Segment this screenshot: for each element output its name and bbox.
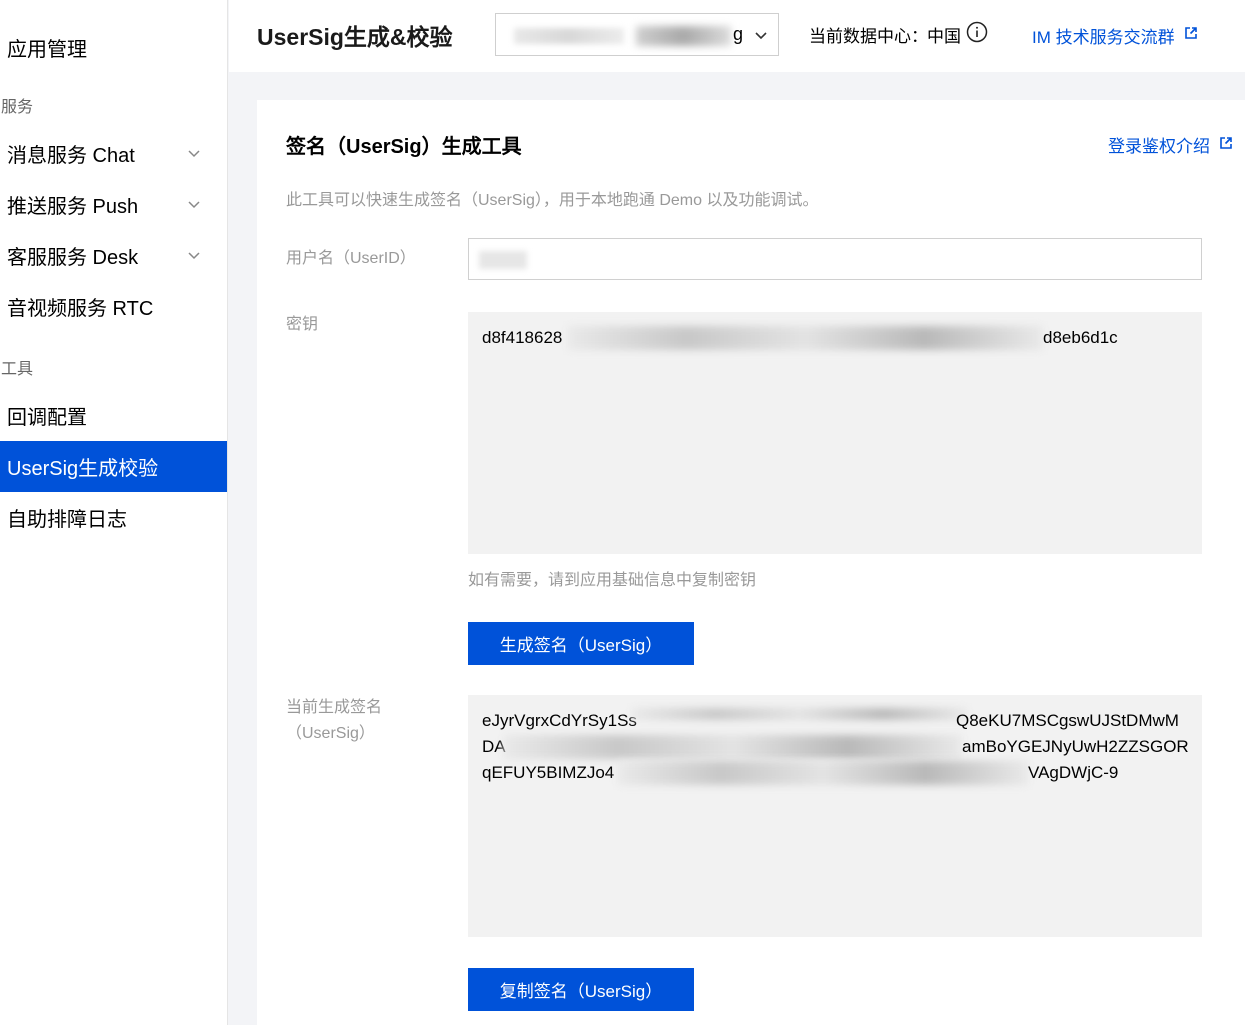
chevron-down-icon bbox=[755, 32, 767, 40]
card-description: 此工具可以快速生成签名（UserSig），用于本地跑通 Demo 以及功能调试。 bbox=[286, 192, 819, 209]
secret-end: d8eb6d1c bbox=[1043, 328, 1118, 347]
datacenter-value: 中国 bbox=[927, 27, 961, 46]
usersig-line2-end: amBoYGEJNyUwH2ZZSGOR bbox=[962, 737, 1189, 756]
usersig-textarea[interactable]: eJyrVgrxCdYrSy1Ss Q8eKU7MSCgswUJStDMwM D… bbox=[468, 695, 1202, 937]
blurred-app-name bbox=[514, 28, 624, 44]
sidebar-item-label: 推送服务 Push bbox=[7, 196, 139, 218]
blurred-secret bbox=[568, 326, 1043, 350]
usersig-line1-start: eJyrVgrxCdYrSy1Ss bbox=[482, 711, 637, 730]
top-header: UserSig生成&校验 g 当前数据中心： 中国 IM 技术服务交流群 bbox=[229, 0, 1245, 72]
sidebar-item-callback-config[interactable]: 回调配置 bbox=[0, 390, 227, 441]
datacenter-label: 当前数据中心： bbox=[809, 27, 928, 46]
secret-textarea[interactable]: d8f418628 d8eb6d1c bbox=[468, 312, 1202, 554]
chevron-down-icon bbox=[188, 252, 200, 260]
sidebar-group-services: 服务 bbox=[1, 99, 34, 116]
sidebar-item-desk[interactable]: 客服服务 Desk bbox=[0, 230, 227, 281]
usersig-label-line2: （UserSig） bbox=[286, 725, 375, 742]
usersig-line3-end: VAgDWjC-9 bbox=[1028, 763, 1119, 782]
userid-label: 用户名（UserID） bbox=[286, 250, 416, 267]
sidebar-item-label: 自助排障日志 bbox=[7, 509, 127, 531]
secret-start: d8f418628 bbox=[482, 328, 563, 347]
sidebar-item-usersig[interactable]: UserSig生成校验 bbox=[0, 441, 227, 492]
app-select-value: g bbox=[733, 24, 744, 44]
usersig-tool-card: 签名（UserSig）生成工具 登录鉴权介绍 此工具可以快速生成签名（UserS… bbox=[257, 100, 1245, 1025]
sidebar-title: 应用管理 bbox=[7, 39, 87, 61]
sidebar-item-label: 消息服务 Chat bbox=[7, 145, 135, 167]
page-title: UserSig生成&校验 bbox=[257, 24, 453, 50]
blurred-app-id bbox=[636, 26, 731, 46]
secret-hint: 如有需要，请到应用基础信息中复制密钥 bbox=[468, 572, 757, 589]
sidebar: 应用管理 服务 消息服务 Chat 推送服务 Push 客服服务 Desk 音视… bbox=[0, 0, 228, 1025]
blurred-userid bbox=[479, 251, 527, 269]
copy-usersig-button[interactable]: 复制签名（UserSig） bbox=[468, 968, 694, 1011]
sidebar-group-tools: 工具 bbox=[1, 361, 34, 378]
external-link-icon[interactable] bbox=[1184, 26, 1198, 40]
external-link-icon[interactable] bbox=[1219, 136, 1233, 150]
sidebar-item-label: 音视频服务 RTC bbox=[7, 298, 154, 320]
chevron-down-icon bbox=[188, 150, 200, 158]
sidebar-item-chat[interactable]: 消息服务 Chat bbox=[0, 128, 227, 179]
userid-input[interactable] bbox=[468, 238, 1202, 280]
sidebar-item-push[interactable]: 推送服务 Push bbox=[0, 179, 227, 230]
sidebar-item-troubleshoot-log[interactable]: 自助排障日志 bbox=[0, 492, 227, 543]
usersig-line2-start: DA bbox=[482, 737, 506, 756]
generate-usersig-button[interactable]: 生成签名（UserSig） bbox=[468, 622, 694, 665]
usersig-label: 当前生成签名 （UserSig） bbox=[286, 695, 382, 747]
chevron-down-icon bbox=[188, 201, 200, 209]
sidebar-item-label: 客服服务 Desk bbox=[7, 247, 139, 269]
auth-intro-link[interactable]: 登录鉴权介绍 bbox=[1108, 132, 1210, 157]
usersig-line3-start: qEFUY5BIMZJo4 bbox=[482, 763, 615, 782]
blurred-usersig bbox=[618, 761, 1028, 785]
sidebar-item-label: UserSig生成校验 bbox=[7, 458, 159, 480]
support-group-link[interactable]: IM 技术服务交流群 bbox=[1032, 23, 1175, 48]
blurred-usersig bbox=[632, 708, 967, 720]
app-select[interactable]: g bbox=[495, 13, 779, 56]
card-title: 签名（UserSig）生成工具 bbox=[286, 136, 522, 158]
info-icon[interactable] bbox=[966, 21, 988, 43]
sidebar-item-label: 回调配置 bbox=[7, 407, 87, 429]
secret-label: 密钥 bbox=[286, 316, 319, 333]
sidebar-item-rtc[interactable]: 音视频服务 RTC bbox=[0, 281, 227, 332]
usersig-line1-end: Q8eKU7MSCgswUJStDMwM bbox=[956, 711, 1179, 730]
blurred-usersig bbox=[504, 735, 962, 759]
usersig-label-line1: 当前生成签名 bbox=[286, 699, 383, 716]
